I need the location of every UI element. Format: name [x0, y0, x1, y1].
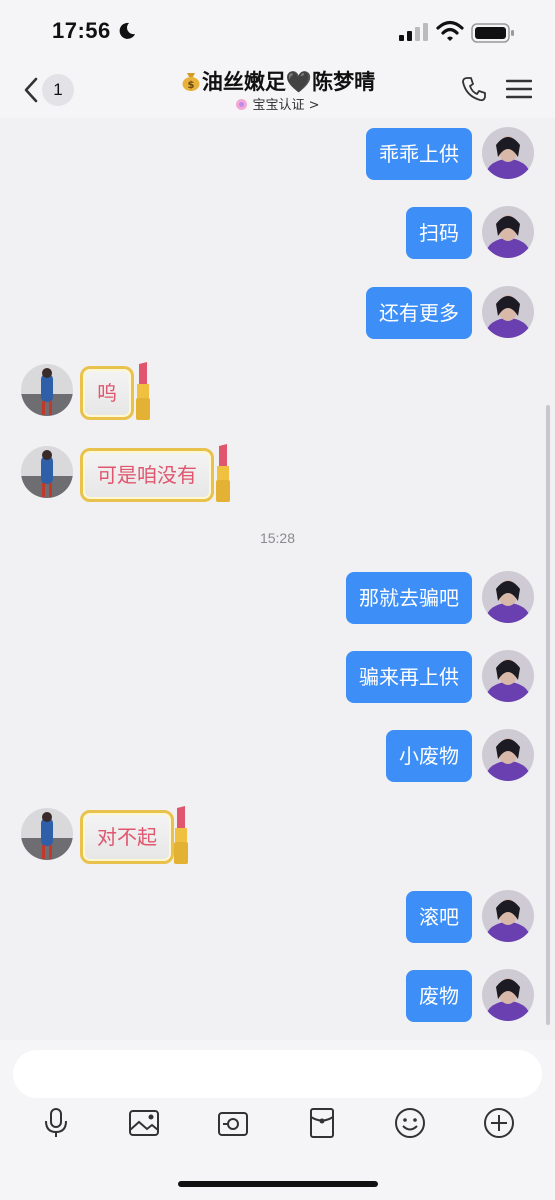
chat-title: 油丝嫩足🖤陈梦晴 [201, 70, 376, 94]
status-time: 17:56 [52, 18, 111, 43]
my-avatar[interactable] [482, 571, 534, 623]
my-avatar[interactable] [482, 286, 534, 338]
my-avatar[interactable] [482, 729, 534, 781]
message-row: 那就去骗吧 [0, 571, 555, 627]
lipstick-icon [136, 362, 150, 420]
my-message-bubble[interactable]: 滚吧 [406, 891, 472, 943]
svg-text:$: $ [187, 80, 194, 91]
contact-avatar[interactable] [21, 446, 73, 498]
my-message-bubble[interactable]: 那就去骗吧 [346, 572, 472, 624]
red-packet-icon[interactable] [305, 1106, 339, 1140]
chat-header: 1 $ 油丝嫩足🖤陈梦晴 宝宝认证 > [0, 62, 555, 118]
message-row: 扫码 [0, 206, 555, 262]
my-avatar[interactable] [482, 969, 534, 1021]
message-row: 废物 [0, 969, 555, 1025]
contact-avatar[interactable] [21, 364, 73, 416]
status-bar: 17:56 [0, 0, 555, 62]
message-row: 还有更多 [0, 286, 555, 342]
my-message-bubble[interactable]: 骗来再上供 [346, 651, 472, 703]
plus-icon[interactable] [482, 1106, 516, 1140]
message-input[interactable] [13, 1050, 542, 1098]
scrollbar[interactable] [546, 405, 550, 1025]
composer [0, 1040, 555, 1200]
message-row: 骗来再上供 [0, 650, 555, 706]
message-text: 呜 [80, 366, 134, 420]
message-row: 滚吧 [0, 890, 555, 946]
wifi-icon [436, 20, 464, 41]
lipstick-icon [174, 806, 188, 864]
home-indicator [178, 1181, 378, 1187]
camera-icon[interactable] [216, 1106, 250, 1140]
my-message-bubble[interactable]: 乖乖上供 [366, 128, 472, 180]
message-row: 小废物 [0, 729, 555, 785]
message-row: 对不起 [0, 806, 555, 864]
microphone-icon[interactable] [39, 1106, 73, 1140]
menu-icon[interactable] [506, 78, 532, 100]
message-text: 对不起 [80, 810, 174, 864]
my-message-bubble[interactable]: 小废物 [386, 730, 472, 782]
my-message-bubble[interactable]: 扫码 [406, 207, 472, 259]
verification-label: 宝宝认证 > [252, 98, 320, 113]
message-row: 呜 [0, 362, 555, 420]
phone-icon[interactable] [461, 76, 487, 102]
lollipop-icon [236, 99, 248, 110]
contact-message-bubble[interactable]: 呜 [80, 362, 150, 420]
image-icon[interactable] [127, 1106, 161, 1140]
my-message-bubble[interactable]: 还有更多 [366, 287, 472, 339]
contact-message-bubble[interactable]: 对不起 [80, 806, 188, 864]
contact-message-bubble[interactable]: 可是咱没有 [80, 444, 230, 502]
message-row: 乖乖上供 [0, 127, 555, 183]
money-bag-icon: $ [182, 73, 200, 91]
signal-icon [399, 23, 428, 41]
moon-icon [119, 22, 135, 39]
message-row: 可是咱没有 [0, 444, 555, 502]
my-avatar[interactable] [482, 127, 534, 179]
my-message-bubble[interactable]: 废物 [406, 970, 472, 1022]
contact-avatar[interactable] [21, 808, 73, 860]
emoji-icon[interactable] [393, 1106, 427, 1140]
battery-icon [471, 23, 514, 43]
lipstick-icon [216, 444, 230, 502]
timestamp-divider: 15:28 [259, 530, 296, 546]
message-text: 可是咱没有 [80, 448, 214, 502]
my-avatar[interactable] [482, 890, 534, 942]
my-avatar[interactable] [482, 650, 534, 702]
my-avatar[interactable] [482, 206, 534, 258]
